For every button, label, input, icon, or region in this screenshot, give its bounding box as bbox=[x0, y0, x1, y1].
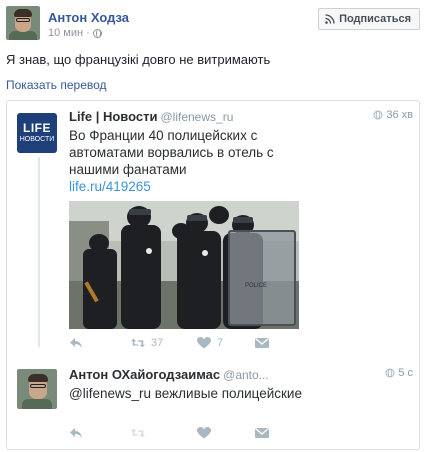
author-name[interactable]: Антон Ходза bbox=[48, 10, 129, 25]
reply-author-name: Антон ОХайогодзаимас bbox=[69, 367, 221, 382]
translate-link[interactable]: Показать перевод bbox=[6, 78, 107, 92]
rss-icon bbox=[325, 14, 335, 24]
reply-time-text: 5 с bbox=[398, 367, 413, 379]
tweet-actions: 37 7 bbox=[69, 337, 269, 355]
thread-line bbox=[38, 157, 40, 347]
globe-icon bbox=[92, 28, 102, 38]
life-news-logo[interactable]: LIFE НОВОСТИ bbox=[17, 113, 57, 153]
subscribe-button[interactable]: Подписаться bbox=[318, 8, 420, 30]
tweet-handle: @lifenews_ru bbox=[160, 110, 234, 124]
tweet-time[interactable]: 36 хв bbox=[373, 109, 413, 121]
reply-text: @lifenews_ru вежливые полицейские bbox=[69, 386, 302, 401]
reply-time[interactable]: 5 с bbox=[385, 367, 413, 379]
shield-label: POLICE bbox=[245, 283, 267, 289]
envelope-icon bbox=[255, 338, 269, 348]
embedded-tweet-card[interactable]: LIFE НОВОСТИ Life | Новости @lifenews_ru … bbox=[6, 100, 420, 450]
reply-icon bbox=[70, 338, 82, 348]
like-action[interactable] bbox=[197, 427, 211, 439]
envelope-icon bbox=[255, 428, 269, 438]
reply-handle: @anto... bbox=[223, 368, 269, 382]
reply-author-avatar[interactable] bbox=[17, 369, 57, 409]
retweet-icon bbox=[131, 428, 145, 438]
meta-separator: · bbox=[86, 27, 90, 39]
retweet-count: 37 bbox=[151, 337, 164, 349]
retweet-icon bbox=[131, 338, 145, 348]
riot-police-photo: POLICE bbox=[69, 201, 299, 329]
heart-icon bbox=[197, 427, 211, 439]
reply-actions bbox=[69, 427, 269, 445]
message-action[interactable] bbox=[255, 337, 269, 349]
tweet-author[interactable]: Life | Новости @lifenews_ru bbox=[69, 109, 233, 124]
author-avatar[interactable] bbox=[6, 6, 40, 40]
reply-action[interactable] bbox=[69, 427, 83, 439]
like-count: 7 bbox=[217, 337, 224, 349]
globe-icon bbox=[373, 110, 383, 120]
post-text: Я знав, що французікі довго не витримают… bbox=[6, 52, 271, 67]
logo-bottom-text: НОВОСТИ bbox=[19, 136, 55, 143]
tweet-author-name: Life | Новости bbox=[69, 109, 158, 124]
like-action[interactable]: 7 bbox=[197, 337, 223, 349]
post-meta: 10 мин · bbox=[48, 27, 102, 39]
message-action[interactable] bbox=[255, 427, 269, 439]
subscribe-label: Подписаться bbox=[339, 13, 411, 25]
globe-icon bbox=[385, 368, 395, 378]
retweet-action[interactable] bbox=[131, 427, 145, 439]
reply-icon bbox=[70, 428, 82, 438]
post-header: Антон Ходза 10 мин · Подписаться bbox=[6, 6, 424, 42]
heart-icon bbox=[197, 337, 211, 349]
post-time[interactable]: 10 мин bbox=[48, 27, 83, 39]
reply-author[interactable]: Антон ОХайогодзаимас @anto... bbox=[69, 367, 269, 382]
tweet-link[interactable]: life.ru/419265 bbox=[69, 179, 151, 194]
tweet-time-text: 36 хв bbox=[386, 109, 413, 121]
retweet-action[interactable]: 37 bbox=[131, 337, 163, 349]
reply-action[interactable] bbox=[69, 337, 83, 349]
tweet-photo[interactable]: POLICE bbox=[69, 201, 299, 329]
logo-top-text: LIFE bbox=[23, 121, 51, 135]
tweet-text: Во Франции 40 полицейских с автоматами в… bbox=[69, 128, 274, 177]
